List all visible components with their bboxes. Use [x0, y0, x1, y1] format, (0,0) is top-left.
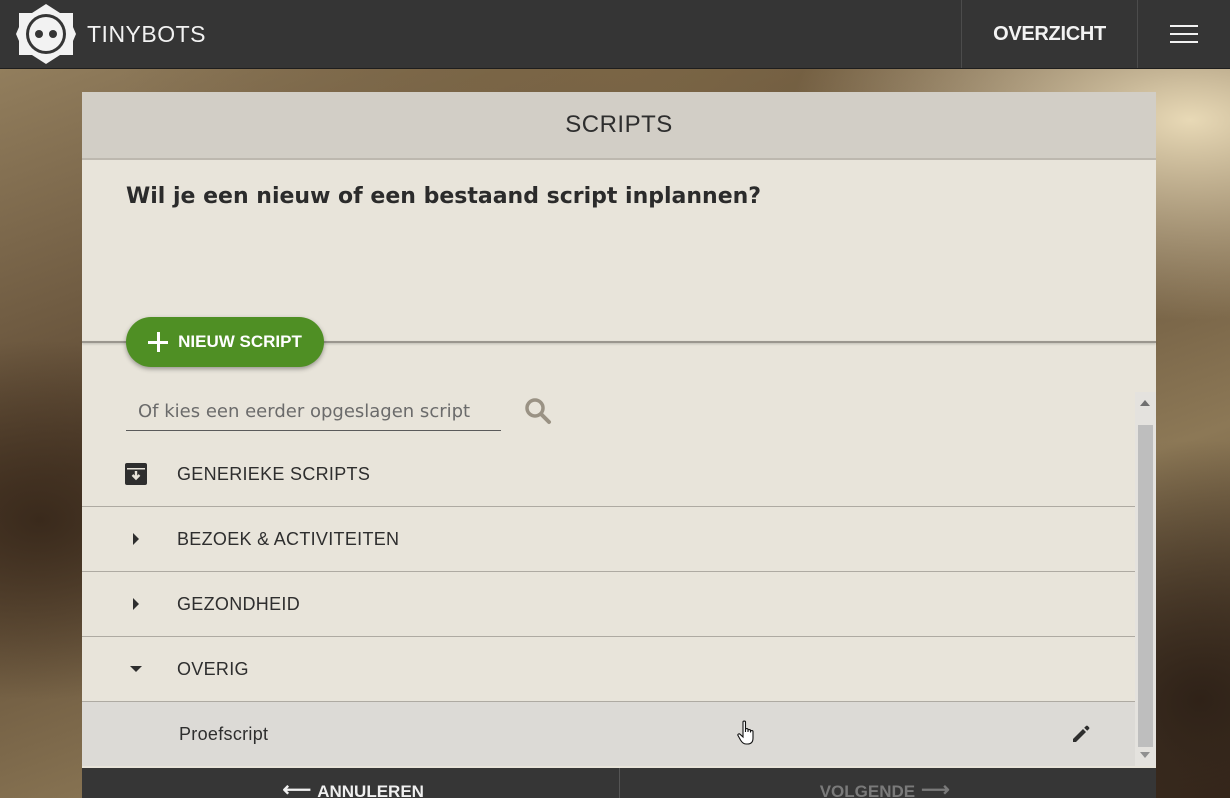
scripts-panel: SCRIPTS Wil je een nieuw of een bestaand… — [82, 92, 1156, 798]
arrow-right-icon: ⟶ — [921, 779, 950, 798]
scroll-thumb[interactable] — [1138, 425, 1153, 747]
tinybots-logo-icon — [16, 4, 76, 64]
scrollbar[interactable] — [1135, 392, 1156, 766]
caret-down-icon — [124, 657, 148, 681]
caret-right-icon — [124, 592, 148, 616]
category-label: GEZONDHEID — [177, 593, 301, 614]
plus-icon — [148, 332, 169, 352]
category-label: BEZOEK & ACTIVITEITEN — [177, 528, 400, 549]
hand-cursor-icon — [737, 720, 754, 745]
cancel-button[interactable]: ⟵ ANNULEREN — [82, 768, 619, 798]
menu-button[interactable] — [1137, 0, 1230, 68]
arrow-left-icon: ⟵ — [282, 779, 312, 798]
search-field — [126, 392, 501, 431]
cancel-label: ANNULEREN — [317, 782, 424, 798]
footer-bar: ⟵ ANNULEREN VOLGENDE ⟶ — [82, 768, 1156, 798]
search-input[interactable] — [126, 392, 501, 430]
scroll-up-arrow-icon[interactable] — [1140, 400, 1150, 406]
script-list: GENERIEKE SCRIPTS BEZOEK & ACTIVITEITEN … — [82, 442, 1135, 766]
category-label: OVERIG — [177, 658, 249, 679]
script-item-proefscript[interactable]: Proefscript — [82, 702, 1135, 766]
category-visit-activities[interactable]: BEZOEK & ACTIVITEITEN — [82, 507, 1135, 572]
next-label: VOLGENDE — [819, 782, 916, 798]
scroll-down-arrow-icon[interactable] — [1140, 752, 1150, 758]
new-script-label: NIEUW SCRIPT — [178, 332, 302, 351]
panel-title: SCRIPTS — [82, 92, 1156, 160]
category-label: GENERIEKE SCRIPTS — [177, 463, 371, 484]
brand[interactable]: TINYBOTS — [0, 0, 206, 68]
caret-right-icon — [124, 527, 148, 551]
search-icon[interactable] — [523, 396, 553, 426]
question-text: Wil je een nieuw of een bestaand script … — [126, 184, 762, 209]
category-other[interactable]: OVERIG — [82, 637, 1135, 702]
category-health[interactable]: GEZONDHEID — [82, 572, 1135, 637]
brand-name: TINYBOTS — [87, 20, 207, 47]
archive-icon — [124, 462, 148, 486]
nav-overview[interactable]: OVERZICHT — [961, 0, 1137, 68]
top-bar: TINYBOTS OVERZICHT — [0, 0, 1230, 69]
new-script-button[interactable]: NIEUW SCRIPT — [126, 317, 324, 367]
script-label: Proefscript — [179, 723, 269, 744]
hamburger-icon — [1170, 24, 1198, 44]
pencil-icon[interactable] — [1071, 724, 1091, 744]
category-generic-scripts[interactable]: GENERIEKE SCRIPTS — [82, 442, 1135, 507]
next-button[interactable]: VOLGENDE ⟶ — [618, 768, 1157, 798]
